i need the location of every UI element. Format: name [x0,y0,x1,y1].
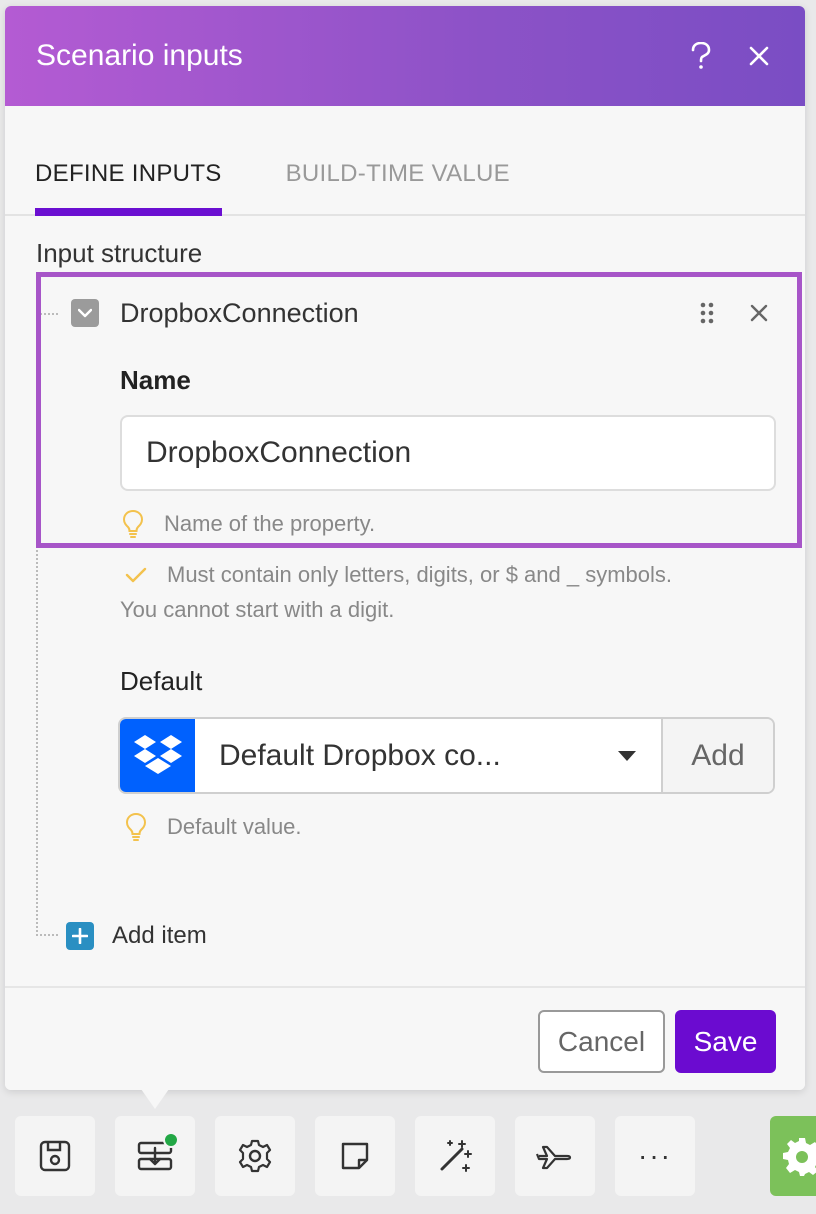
validation-rule-text: Must contain only letters, digits, or $ … [167,562,673,587]
check-icon [123,567,149,583]
scenario-inputs-button[interactable] [115,1116,195,1196]
dialog-footer: Cancel Save [5,986,805,1090]
name-input[interactable] [120,415,776,491]
gear-icon [783,1138,816,1176]
save-button[interactable]: Save [675,1010,776,1073]
question-icon [691,42,711,69]
caret-down-icon [618,750,636,761]
close-icon [750,304,768,322]
default-field-label: Default [120,666,203,696]
chevron-down-icon [78,308,92,318]
input-item-header: DropboxConnection [71,293,797,333]
lightbulb-icon [120,509,146,539]
default-connection-value: Default Dropbox co... [219,738,501,772]
cancel-button[interactable]: Cancel [538,1010,665,1073]
scenario-toolbar: ··· [15,1116,715,1196]
save-scenario-button[interactable] [15,1116,95,1196]
collapse-toggle[interactable] [71,299,99,327]
note-icon [341,1142,369,1170]
remove-item-button[interactable] [747,301,771,325]
add-connection-button[interactable]: Add [663,719,773,792]
default-hint-text: Default value. [167,814,302,839]
default-connection-select[interactable]: Default Dropbox co... [195,719,663,792]
name-hint-text: Name of the property. [164,511,376,536]
tab-build-time-value[interactable]: BUILD-TIME VALUE [286,160,510,214]
validation-rule-continuation: You cannot start with a digit. [120,597,395,622]
explain-flow-button[interactable] [515,1116,595,1196]
scenario-inputs-dialog: Scenario inputs DEFINE INPUTS BUILD-TIME… [5,6,805,1090]
lightbulb-icon [123,812,149,842]
drag-dots-icon [700,302,714,324]
tab-define-inputs[interactable]: DEFINE INPUTS [35,160,222,216]
run-once-button[interactable] [770,1116,816,1196]
input-item-title: DropboxConnection [120,297,359,328]
more-icon: ··· [638,1140,672,1171]
plus-icon [66,922,94,950]
close-icon [749,46,769,66]
gear-icon [238,1139,272,1173]
add-item-button[interactable]: Add item [66,922,207,950]
default-hint: Default value. [123,812,302,842]
close-button[interactable] [744,41,774,71]
airplane-icon [535,1145,572,1170]
help-button[interactable] [686,41,716,71]
save-icon [39,1140,71,1172]
validation-rule: Must contain only letters, digits, or $ … [123,558,672,592]
add-item-label: Add item [112,922,207,949]
status-dot [163,1132,179,1148]
dialog-header: Scenario inputs [5,6,805,106]
settings-button[interactable] [215,1116,295,1196]
magic-wand-icon [440,1140,472,1172]
dialog-title: Scenario inputs [36,39,243,72]
tree-connector [36,546,38,936]
dialog-pointer [141,1089,169,1109]
drag-handle[interactable] [695,299,719,327]
tree-connector-branch [36,934,58,936]
name-hint: Name of the property. [120,509,375,539]
name-field-label: Name [120,365,191,395]
tab-bar: DEFINE INPUTS BUILD-TIME VALUE [5,106,805,216]
more-options-button[interactable]: ··· [615,1116,695,1196]
notes-button[interactable] [315,1116,395,1196]
input-structure-label: Input structure [36,238,203,268]
input-item-card: DropboxConnection Name Name of the prope… [36,272,802,548]
dropbox-logo-icon [120,719,195,792]
auto-align-button[interactable] [415,1116,495,1196]
default-connection-select-group: Default Dropbox co... Add [118,717,775,794]
